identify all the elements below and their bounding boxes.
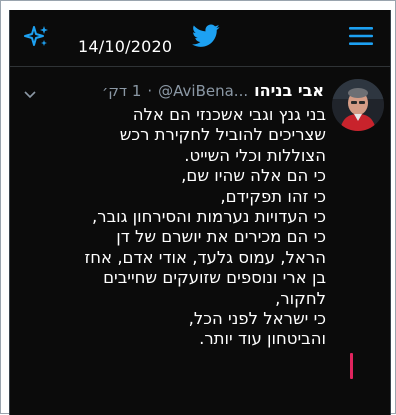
tweet-line: כי הם אלה שהיו שם, [181, 166, 326, 186]
separator-dot: · [147, 81, 153, 100]
red-mark [350, 353, 353, 379]
tweet-line: כי הם מכירים את יושרם של דן [116, 227, 326, 247]
tweet-line: כי זהו תפקידם, [220, 186, 326, 206]
tweet-line: בני גנץ וגבי אשכנזי הם אלה [132, 105, 326, 124]
author-handle[interactable]: @AviBena... [158, 82, 248, 100]
sparkle-icon[interactable] [24, 24, 50, 50]
avatar[interactable] [332, 79, 384, 131]
tweet-line: והביטחון עוד יותר. [199, 329, 326, 349]
screenshot-frame: 14/10/2020 אבי בניהו @AviBena... · 1 דק׳… [0, 0, 396, 415]
tweet-line: כי העדויות נערמות והסירחון גובר, [92, 207, 326, 227]
chevron-down-icon[interactable] [24, 91, 36, 99]
tweet-line: בן ארי ונוספים שזועקים שחייבים [103, 268, 326, 288]
tweet[interactable]: אבי בניהו @AviBena... · 1 דק׳ בני גנץ וג… [10, 67, 390, 415]
twitter-bird-icon [192, 24, 220, 47]
tweet-line: שצריכים להוביל לחקירת רכש [119, 125, 326, 145]
tweet-line: הצוללות וכלי השייט. [184, 145, 326, 165]
author-name[interactable]: אבי בניהו [254, 81, 324, 100]
top-bar: 14/10/2020 [10, 10, 390, 67]
date-label: 14/10/2020 [78, 37, 173, 56]
twitter-screen: 14/10/2020 אבי בניהו @AviBena... · 1 דק׳… [9, 10, 391, 415]
tweet-header: אבי בניהו @AviBena... · 1 דק׳ [102, 81, 324, 100]
tweet-line: כי ישראל לפני הכל, [188, 309, 326, 329]
tweet-line: הראל, עמוס גלעד, אודי אדם, אחז [84, 247, 326, 267]
tweet-text: בני גנץ וגבי אשכנזי הם אלה שצריכים להובי… [26, 105, 326, 350]
hamburger-menu-icon[interactable] [348, 24, 374, 48]
tweet-line: לחקור, [275, 288, 326, 308]
avatar-photo [332, 79, 384, 131]
tweet-time[interactable]: 1 דק׳ [102, 82, 141, 100]
